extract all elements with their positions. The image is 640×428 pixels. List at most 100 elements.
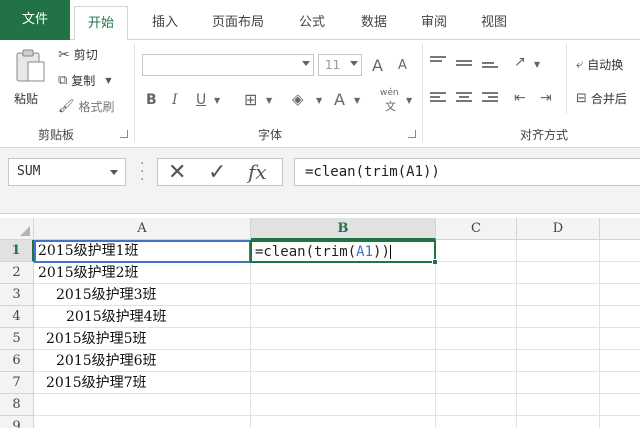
paste-icon — [16, 49, 45, 82]
chevron-down-icon[interactable]: ▼ — [214, 96, 220, 105]
tab-insert[interactable]: 插入 — [140, 6, 190, 40]
align-right-icon[interactable] — [482, 92, 498, 104]
font-launcher-icon[interactable] — [408, 130, 416, 138]
select-all-corner[interactable] — [0, 218, 34, 240]
cell-a4[interactable]: 2015级护理4班 — [66, 306, 167, 328]
orientation-icon[interactable]: ↗ — [514, 54, 526, 70]
cell-a2[interactable]: 2015级护理2班 — [38, 262, 139, 284]
borders-icon[interactable]: ⊞ — [244, 90, 257, 109]
active-cell-b1[interactable]: =clean(trim(A1)) — [250, 240, 438, 265]
wrap-text-button[interactable]: ⤶ 自动换 — [576, 56, 623, 73]
row-header-6[interactable]: 6 — [0, 350, 34, 372]
column-header-e[interactable] — [600, 218, 640, 240]
grid-line — [435, 240, 436, 428]
underline-button[interactable]: U — [196, 92, 206, 108]
row-header-9[interactable]: 9 — [0, 416, 34, 428]
font-size-box[interactable]: 11 — [318, 54, 362, 76]
copy-icon: ⧉ — [58, 73, 68, 88]
tab-data[interactable]: 数据 — [350, 6, 398, 40]
alignment-group-label: 对齐方式 — [520, 128, 569, 142]
format-painter-button[interactable]: 🖌 格式刷 — [58, 98, 115, 115]
cut-label: 剪切 — [73, 48, 98, 62]
italic-button[interactable]: I — [172, 92, 178, 108]
fill-handle[interactable] — [432, 259, 438, 265]
format-painter-label: 格式刷 — [78, 100, 115, 114]
group-separator — [422, 44, 423, 142]
chevron-down-icon — [350, 61, 358, 66]
group-separator — [566, 44, 567, 114]
wrap-text-icon: ⤶ — [576, 57, 584, 72]
fill-color-icon[interactable]: ◈ — [292, 90, 304, 108]
edit-ref: A1 — [356, 244, 374, 260]
chevron-down-icon: ▼ — [105, 76, 112, 85]
tab-view[interactable]: 视图 — [470, 6, 518, 40]
column-header-a[interactable]: A — [34, 218, 251, 240]
column-header-b[interactable]: B — [251, 218, 436, 240]
merge-center-button[interactable]: ⊟ 合并后 — [576, 90, 627, 107]
clipboard-group-label: 剪贴板 — [38, 128, 75, 142]
row-header-7[interactable]: 7 — [0, 372, 34, 394]
font-name-box[interactable] — [142, 54, 314, 76]
tab-home[interactable]: 开始 — [74, 6, 128, 41]
cell-a3[interactable]: 2015级护理3班 — [56, 284, 157, 306]
name-box[interactable]: SUM — [8, 158, 126, 186]
phonetic-button[interactable]: wén 文 — [380, 88, 404, 114]
merge-icon: ⊟ — [576, 91, 587, 106]
more-dots-icon[interactable]: · · · — [140, 157, 144, 187]
group-separator — [134, 44, 135, 142]
wrap-text-label: 自动换 — [587, 58, 624, 72]
decrease-indent-icon[interactable]: ⇤ — [514, 90, 526, 106]
column-header-c[interactable]: C — [436, 218, 517, 240]
clipboard-launcher-icon[interactable] — [120, 130, 128, 138]
chevron-down-icon[interactable]: ▼ — [266, 96, 272, 105]
align-left-icon[interactable] — [430, 92, 446, 104]
align-bottom-icon[interactable] — [482, 62, 498, 74]
formula-input[interactable]: =clean(trim(A1)) — [294, 158, 640, 186]
chevron-down-icon[interactable]: ▼ — [316, 96, 322, 105]
column-header-d[interactable]: D — [517, 218, 600, 240]
merge-center-label: 合并后 — [590, 92, 627, 106]
cut-button[interactable]: ✂ 剪切 — [58, 46, 98, 63]
tab-formulas[interactable]: 公式 — [288, 6, 336, 40]
shrink-font-icon[interactable]: A — [398, 58, 407, 73]
edit-prefix: =clean(trim( — [255, 244, 357, 260]
chevron-down-icon[interactable]: ▼ — [534, 60, 540, 69]
grid-line — [34, 415, 640, 416]
cancel-icon[interactable]: ✕ — [168, 160, 186, 185]
cell-a6[interactable]: 2015级护理6班 — [56, 350, 157, 372]
edit-suffix: )) — [373, 244, 390, 260]
bold-button[interactable]: B — [146, 92, 157, 108]
enter-icon[interactable]: ✓ — [208, 160, 226, 185]
cell-a5[interactable]: 2015级护理5班 — [46, 328, 147, 350]
increase-indent-icon[interactable]: ⇥ — [540, 90, 552, 106]
row-header-4[interactable]: 4 — [0, 306, 34, 328]
row-header-8[interactable]: 8 — [0, 394, 34, 416]
chevron-down-icon[interactable] — [110, 170, 118, 175]
align-top-icon[interactable] — [430, 56, 446, 68]
grid-line — [599, 240, 600, 428]
copy-button[interactable]: ⧉ 复制 ▼ — [58, 72, 111, 89]
insert-function-icon[interactable]: fx — [248, 160, 267, 184]
align-middle-icon[interactable] — [456, 60, 472, 72]
phonetic-label: wén — [380, 88, 399, 98]
scissors-icon: ✂ — [58, 46, 70, 63]
row-header-2[interactable]: 2 — [0, 262, 34, 284]
chevron-down-icon[interactable]: ▼ — [354, 96, 360, 105]
tab-page-layout[interactable]: 页面布局 — [202, 6, 274, 40]
brush-icon: 🖌 — [58, 99, 75, 114]
cell-a7[interactable]: 2015级护理7班 — [46, 372, 147, 394]
select-all-icon — [20, 226, 30, 236]
row-header-3[interactable]: 3 — [0, 284, 34, 306]
tab-file[interactable]: 文件 — [0, 0, 70, 40]
paste-button[interactable]: 粘贴 — [10, 46, 50, 108]
tab-review[interactable]: 审阅 — [410, 6, 458, 40]
ribbon: 粘贴 ✂ 剪切 ⧉ 复制 ▼ 🖌 格式刷 剪贴板 11 A A B I U ▼ … — [0, 40, 640, 148]
chevron-down-icon[interactable]: ▼ — [406, 96, 412, 105]
font-color-icon[interactable]: A — [334, 90, 345, 109]
phonetic-sub-label: 文 — [385, 100, 396, 113]
row-header-5[interactable]: 5 — [0, 328, 34, 350]
align-center-icon[interactable] — [456, 92, 472, 104]
referenced-range-a1 — [34, 240, 251, 263]
grow-font-icon[interactable]: A — [372, 56, 383, 75]
row-header-1[interactable]: 1 — [0, 240, 34, 262]
